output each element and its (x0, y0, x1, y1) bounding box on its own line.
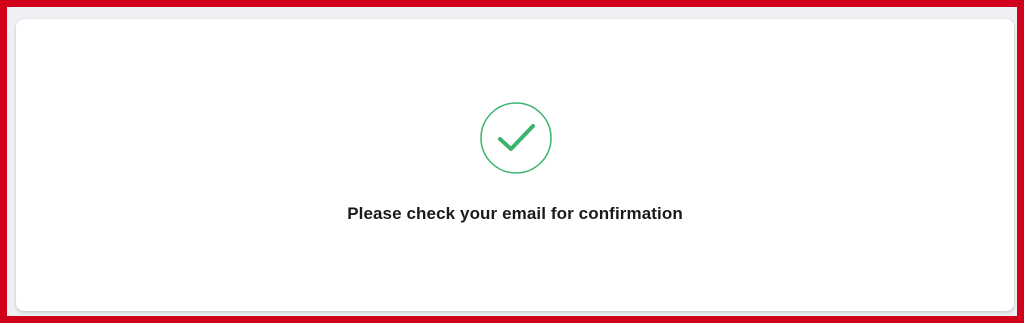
check-circle-icon (480, 102, 552, 174)
confirmation-card: Please check your email for confirmation (16, 19, 1014, 311)
confirmation-message: Please check your email for confirmation (347, 204, 683, 223)
highlight-frame: Please check your email for confirmation (0, 0, 1024, 323)
